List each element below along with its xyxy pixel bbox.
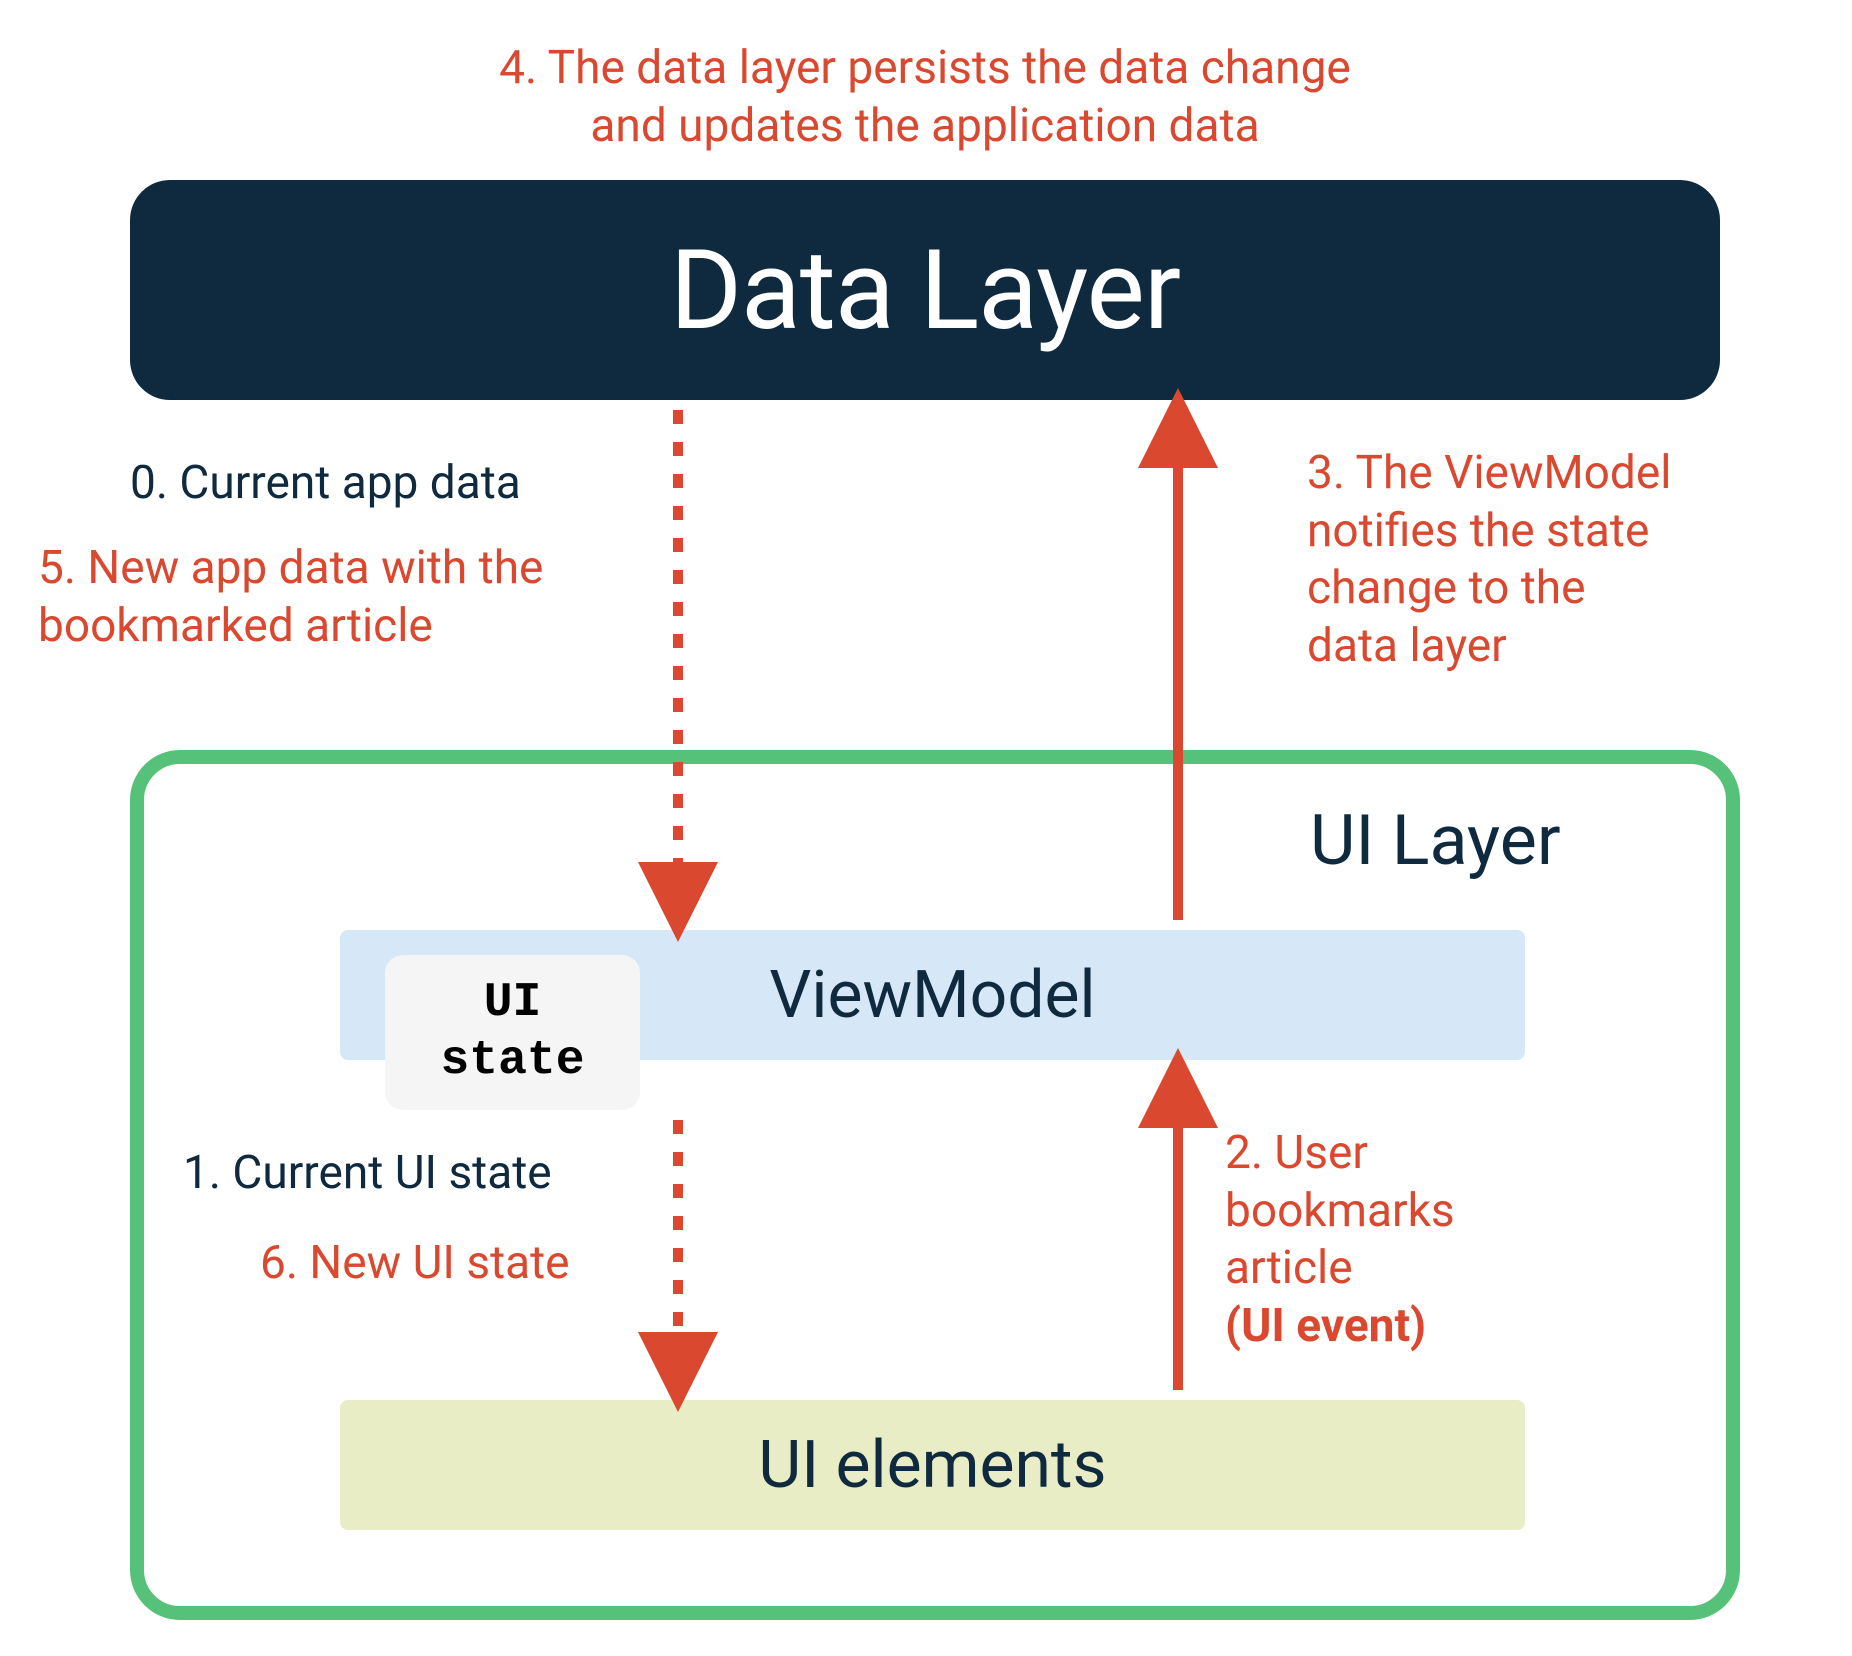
annotation-step2-line2: bookmarks — [1225, 1183, 1455, 1241]
annotation-step4: 4. The data layer persists the data chan… — [430, 40, 1420, 155]
annotation-step2-line1: 2. User — [1225, 1125, 1455, 1183]
annotation-step4-line1: 4. The data layer persists the data chan… — [430, 40, 1420, 98]
annotation-step5-line1: 5. New app data with the — [38, 540, 543, 598]
annotation-step5: 5. New app data with the bookmarked arti… — [38, 540, 543, 655]
ui-elements-label: UI elements — [758, 1427, 1106, 1504]
annotation-step2-line4: (UI event) — [1225, 1298, 1455, 1356]
annotation-step2-line3: article — [1225, 1240, 1455, 1298]
data-layer-box: Data Layer — [130, 180, 1720, 400]
ui-layer-label: UI Layer — [1310, 800, 1561, 882]
annotation-step5-line2: bookmarked article — [38, 598, 543, 656]
annotation-step3-line3: change to the — [1307, 560, 1671, 618]
annotation-step6: 6. New UI state — [260, 1235, 570, 1293]
ui-state-box: UI state — [385, 955, 640, 1110]
annotation-step3-line4: data layer — [1307, 618, 1671, 676]
annotation-step0: 0. Current app data — [130, 455, 521, 513]
annotation-step3-line1: 3. The ViewModel — [1307, 445, 1671, 503]
viewmodel-label: ViewModel — [769, 957, 1095, 1034]
ui-state-label: UI state — [440, 975, 584, 1090]
annotation-step2: 2. User bookmarks article (UI event) — [1225, 1125, 1455, 1355]
architecture-diagram: 4. The data layer persists the data chan… — [0, 0, 1852, 1656]
annotation-step3-line2: notifies the state — [1307, 503, 1671, 561]
data-layer-label: Data Layer — [670, 226, 1180, 355]
annotation-step1: 1. Current UI state — [183, 1145, 552, 1203]
annotation-step3: 3. The ViewModel notifies the state chan… — [1307, 445, 1671, 675]
annotation-step4-line2: and updates the application data — [430, 98, 1420, 156]
ui-elements-box: UI elements — [340, 1400, 1525, 1530]
